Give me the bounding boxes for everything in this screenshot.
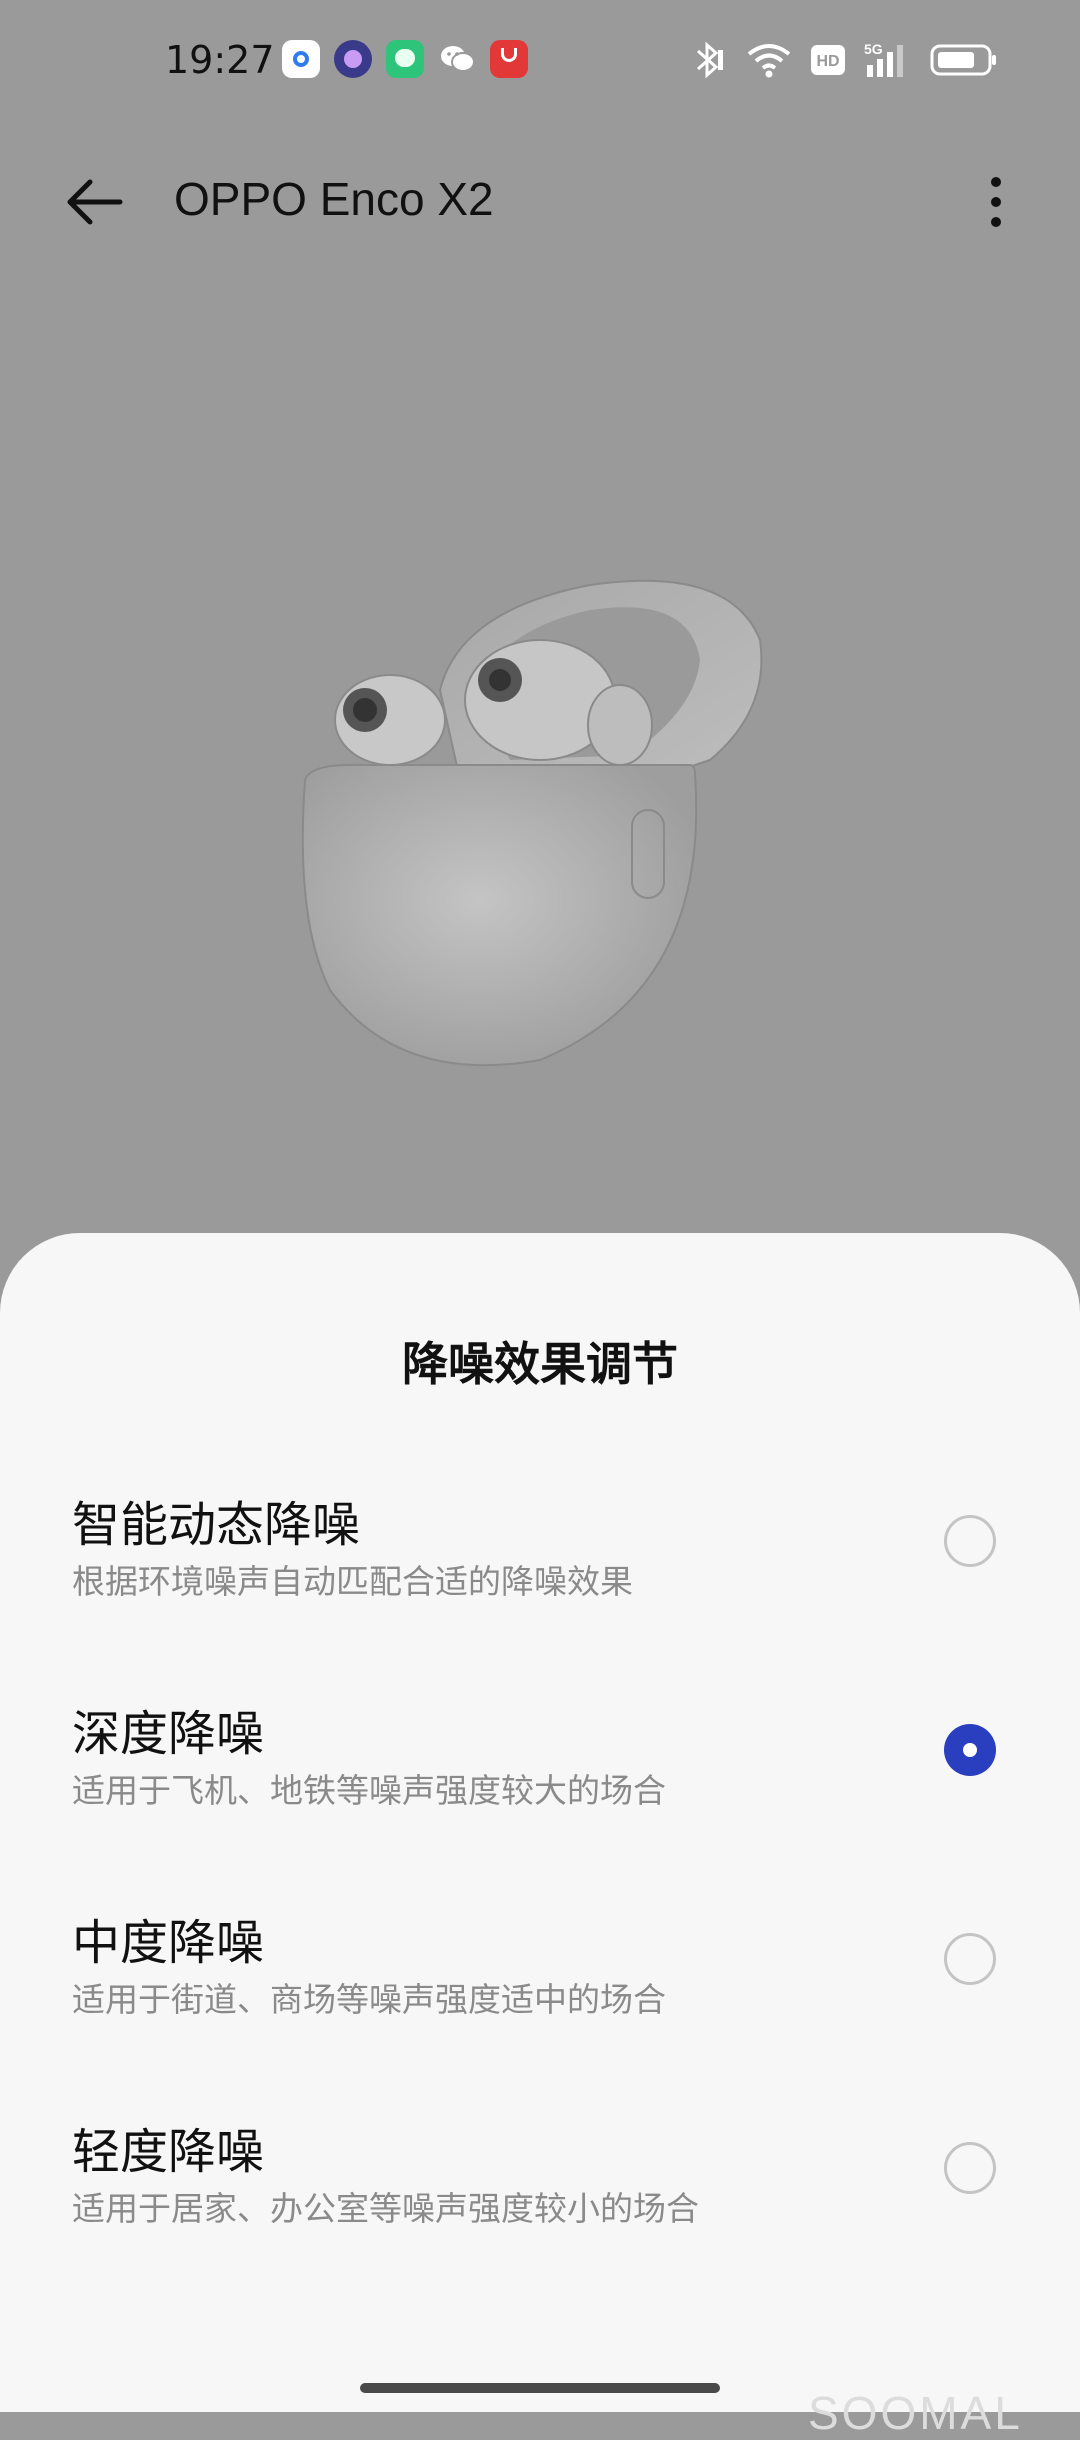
system-icons: HD 5G <box>690 40 998 84</box>
radio-button[interactable] <box>944 1933 996 1985</box>
option-description: 适用于飞机、地铁等噪声强度较大的场合 <box>72 1771 666 1810</box>
option-title: 轻度降噪 <box>72 2124 265 2180</box>
status-time: 19:27 <box>165 38 275 82</box>
radio-button[interactable] <box>944 2142 996 2194</box>
app-icon-purple <box>334 40 372 78</box>
option-title: 中度降噪 <box>72 1915 265 1971</box>
signal-5g-icon: 5G <box>864 41 912 83</box>
app-icon-blue-ring <box>282 40 320 78</box>
radio-button-selected[interactable] <box>944 1724 996 1776</box>
option-medium[interactable]: 中度降噪 适用于街道、商场等噪声强度适中的场合 <box>0 1903 1080 2083</box>
option-title: 智能动态降噪 <box>72 1497 361 1553</box>
battery-icon <box>930 44 998 80</box>
option-description: 适用于街道、商场等噪声强度适中的场合 <box>72 1980 666 2019</box>
option-title: 深度降噪 <box>72 1706 265 1762</box>
watermark: SOOMAL <box>808 2387 1023 2439</box>
shopping-bag-icon <box>490 40 528 78</box>
option-deep[interactable]: 深度降噪 适用于飞机、地铁等噪声强度较大的场合 <box>0 1694 1080 1874</box>
option-description: 适用于居家、办公室等噪声强度较小的场合 <box>72 2189 699 2228</box>
radio-button[interactable] <box>944 1515 996 1567</box>
option-light[interactable]: 轻度降噪 适用于居家、办公室等噪声强度较小的场合 <box>0 2112 1080 2292</box>
wifi-icon <box>746 41 792 83</box>
more-options-icon[interactable] <box>970 172 1022 232</box>
sheet-title: 降噪效果调节 <box>402 1337 678 1391</box>
hd-icon: HD <box>810 44 846 80</box>
messages-icon <box>386 40 424 78</box>
status-bar: 19:27 HD 5G <box>0 0 1080 120</box>
bluetooth-icon <box>690 40 728 84</box>
wechat-icon <box>438 40 476 78</box>
noise-cancellation-sheet: 降噪效果调节 智能动态降噪 根据环境噪声自动匹配合适的降噪效果 深度降噪 适用于… <box>0 1233 1080 2412</box>
svg-text:5G: 5G <box>864 41 883 57</box>
notification-icons <box>282 40 528 78</box>
option-description: 根据环境噪声自动匹配合适的降噪效果 <box>72 1562 633 1601</box>
app-bar: OPPO Enco X2 <box>0 150 1080 260</box>
svg-text:HD: HD <box>816 53 839 70</box>
page-title: OPPO Enco X2 <box>174 173 494 225</box>
home-indicator[interactable] <box>360 2383 720 2393</box>
back-arrow-icon[interactable] <box>64 172 124 232</box>
option-smart-dynamic[interactable]: 智能动态降噪 根据环境噪声自动匹配合适的降噪效果 <box>0 1485 1080 1665</box>
earbuds-product-image <box>290 560 790 1080</box>
